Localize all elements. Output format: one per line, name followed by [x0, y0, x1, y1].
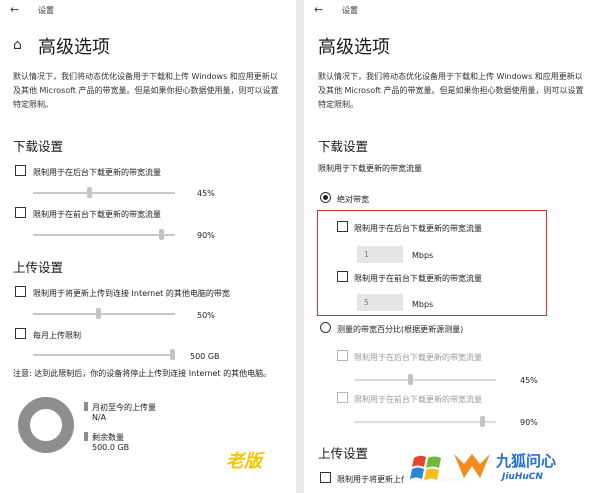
upload-slider-track[interactable] [33, 313, 175, 315]
percentage-foreground-checkbox[interactable] [337, 392, 348, 403]
percentage-background-thumb[interactable] [408, 374, 414, 385]
percentage-foreground-value: 90% [520, 418, 538, 427]
absolute-bandwidth-label: 绝对带宽 [337, 195, 369, 204]
monthly-slider-thumb[interactable] [170, 349, 176, 360]
background-slider-value: 45% [197, 189, 215, 198]
foreground-slider-thumb[interactable] [158, 229, 164, 240]
uploaded-label: 月初至今的上传量 [92, 403, 156, 412]
page-description: 默认情况下，我们将动态优化设备用于下载和上传 Windows 和应用更新以及其他… [13, 72, 279, 109]
download-limit-subtitle: 限制用于下载更新的带宽流量 [318, 164, 422, 173]
windows-logo-icon [410, 455, 441, 480]
app-title: 设置 [38, 6, 54, 15]
monthly-limit-checkbox[interactable] [15, 328, 26, 339]
background-limit-label: 限制用于在后台下载更新的带宽流量 [33, 168, 161, 177]
remaining-value: 500.0 GB [92, 443, 130, 452]
upload-slider-value: 50% [197, 311, 215, 320]
percentage-background-value: 45% [520, 376, 538, 385]
fox-logo-icon [454, 454, 490, 478]
percentage-bandwidth-label: 测量的带宽百分比(根据更新源测量) [337, 325, 464, 334]
upload-settings-heading: 上传设置 [13, 260, 64, 275]
upload-limit-checkbox[interactable] [15, 286, 26, 297]
site-watermark: 九狐问心 JiuHuCN [404, 440, 600, 493]
home-icon: ⌂ [13, 37, 22, 53]
absolute-background-unit: Mbps [412, 251, 434, 260]
absolute-foreground-input[interactable]: 5 [357, 294, 403, 311]
upload-limit-note: 注意: 达到此限制后，你的设备将停止上传到连接 Internet 的其他电脑。 [13, 369, 272, 378]
percentage-foreground-thumb[interactable] [479, 416, 485, 427]
percentage-background-track[interactable] [354, 379, 496, 381]
app-title: 设置 [342, 6, 358, 15]
percentage-bandwidth-radio[interactable] [320, 322, 331, 333]
watermark-domain: JiuHuCN [502, 472, 543, 482]
uploaded-value: N/A [92, 413, 107, 422]
back-arrow-icon[interactable]: ← [10, 3, 19, 16]
download-settings-heading: 下载设置 [13, 139, 64, 154]
page-title: 高级选项 [318, 37, 390, 58]
page-title: 高级选项 [38, 37, 110, 58]
upload-limit-label: 限制用于将更新上传到连接 Internet 的其他电脑的带宽 [33, 289, 230, 298]
remaining-legend-swatch [84, 432, 88, 441]
download-settings-heading: 下载设置 [318, 139, 369, 154]
absolute-foreground-label: 限制用于在前台下载更新的带宽流量 [354, 274, 482, 283]
back-arrow-icon[interactable]: ← [314, 3, 323, 16]
upload-limit-checkbox[interactable] [320, 472, 331, 483]
old-settings-pane: ← 设置 ⌂ 高级选项 默认情况下，我们将动态优化设备用于下载和上传 Windo… [0, 0, 296, 493]
pane-divider [296, 0, 304, 493]
monthly-limit-label: 每月上传限制 [33, 331, 81, 340]
background-limit-checkbox[interactable] [15, 165, 26, 176]
absolute-background-input[interactable]: 1 [357, 246, 403, 263]
background-slider-track[interactable] [33, 192, 175, 194]
foreground-limit-checkbox[interactable] [15, 207, 26, 218]
percentage-foreground-track[interactable] [354, 421, 496, 423]
absolute-bandwidth-radio[interactable] [320, 192, 331, 203]
page-description: 默认情况下，我们将动态优化设备用于下载和上传 Windows 和应用更新以及其他… [318, 72, 584, 109]
percentage-foreground-label: 限制用于在前台下载更新的带宽流量 [354, 395, 482, 404]
upload-settings-heading: 上传设置 [318, 446, 369, 461]
foreground-limit-label: 限制用于在前台下载更新的带宽流量 [33, 210, 161, 219]
title-bar: ← 设置 [304, 0, 600, 22]
monthly-slider-track[interactable] [33, 354, 175, 356]
watermark-brand: 九狐问心 [496, 452, 557, 470]
background-slider-thumb[interactable] [87, 187, 93, 198]
absolute-background-checkbox[interactable] [337, 221, 348, 232]
remaining-label: 剩余数量 [92, 433, 124, 442]
percentage-background-checkbox[interactable] [337, 350, 348, 361]
absolute-foreground-checkbox[interactable] [337, 271, 348, 282]
title-bar: ← 设置 [0, 0, 296, 22]
percentage-background-label: 限制用于在后台下载更新的带宽流量 [354, 353, 482, 362]
usage-donut-chart [18, 397, 74, 453]
uploaded-legend-swatch [84, 402, 88, 411]
absolute-foreground-unit: Mbps [412, 300, 434, 309]
new-settings-pane: ← 设置 高级选项 默认情况下，我们将动态优化设备用于下载和上传 Windows… [304, 0, 600, 493]
old-version-label: 老版 [226, 451, 262, 472]
upload-slider-thumb[interactable] [96, 308, 102, 319]
absolute-background-label: 限制用于在后台下载更新的带宽流量 [354, 224, 482, 233]
foreground-slider-value: 90% [197, 231, 215, 240]
foreground-slider-track[interactable] [33, 234, 175, 236]
monthly-slider-value: 500 GB [190, 352, 220, 361]
